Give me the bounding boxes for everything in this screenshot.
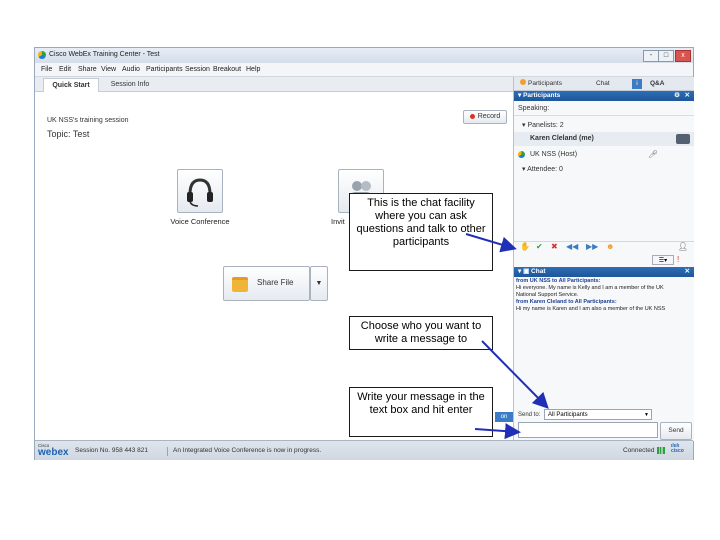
arrow-to-input bbox=[474, 423, 521, 440]
annotation-arrows bbox=[465, 233, 549, 440]
arrow-to-chat bbox=[465, 233, 517, 253]
arrow-to-send-to bbox=[481, 340, 549, 409]
